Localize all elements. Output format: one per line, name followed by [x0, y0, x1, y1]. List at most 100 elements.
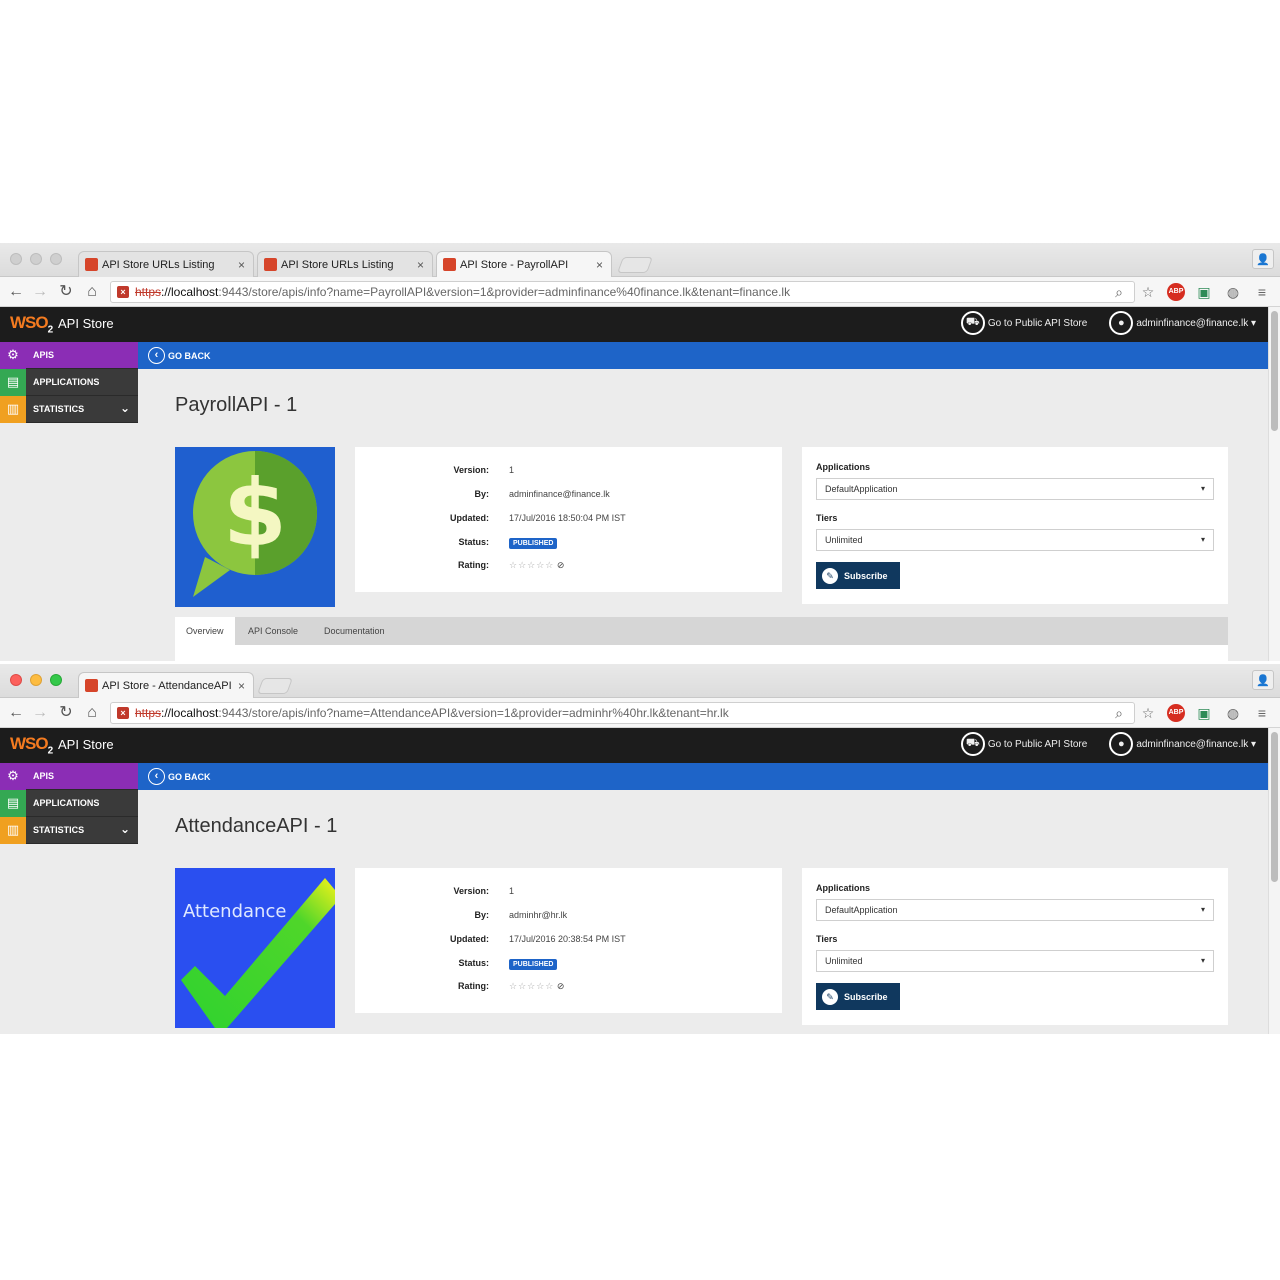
- subscribe-card: Applications DefaultApplication ▾ Tiers U…: [802, 447, 1228, 604]
- address-bar[interactable]: × https://localhost:9443/store/apis/info…: [110, 281, 1135, 303]
- menu-icon[interactable]: ≡: [1252, 282, 1272, 302]
- address-bar[interactable]: × https://localhost:9443/store/apis/info…: [110, 702, 1135, 724]
- sidebar-item-applications[interactable]: ▤ APPLICATIONS: [0, 789, 138, 817]
- remove-rating-icon[interactable]: ⊘: [557, 981, 565, 991]
- tab-api-console[interactable]: API Console: [237, 617, 309, 645]
- caret-down-icon: ▾: [1200, 535, 1205, 544]
- close-tab-icon[interactable]: ×: [417, 258, 424, 272]
- public-store-link[interactable]: ⛟ Go to Public API Store: [960, 311, 1087, 335]
- wso2-favicon-icon: [264, 258, 277, 271]
- url-path: :9443/store/apis/info?name=PayrollAPI&ve…: [218, 285, 791, 299]
- cart-icon: ⛟: [960, 311, 985, 335]
- go-back-button[interactable]: ‹ GO BACK: [148, 768, 211, 785]
- sidebar-item-apis[interactable]: ⚙ APIS: [0, 762, 138, 790]
- version-value: 1: [509, 886, 515, 896]
- public-store-label: Go to Public API Store: [987, 738, 1088, 750]
- close-window-button[interactable]: [10, 674, 22, 686]
- scrollbar[interactable]: [1268, 307, 1280, 661]
- browser-toolbar: ← → ↻ ⌂ × https://localhost:9443/store/a…: [0, 698, 1280, 728]
- reload-icon[interactable]: ↻: [56, 282, 76, 302]
- back-icon[interactable]: ←: [6, 282, 26, 302]
- profile-icon[interactable]: 👤: [1252, 249, 1274, 269]
- adblock-icon[interactable]: ABP: [1167, 283, 1185, 301]
- adblock-icon[interactable]: ABP: [1167, 704, 1185, 722]
- new-tab-button[interactable]: [617, 257, 653, 273]
- public-store-link[interactable]: ⛟ Go to Public API Store: [960, 732, 1088, 756]
- user-menu[interactable]: ● adminfinance@finance.lk ▾: [1109, 732, 1256, 756]
- globe-extension-icon[interactable]: ◍: [1223, 703, 1243, 723]
- forward-icon[interactable]: →: [30, 282, 50, 302]
- maximize-window-button[interactable]: [50, 674, 62, 686]
- api-info-card: Version: 1 By: adminfinance@finance.lk Upd…: [355, 447, 782, 592]
- subscribe-button[interactable]: ✎ Subscribe: [816, 983, 900, 1010]
- new-tab-button[interactable]: [257, 678, 293, 694]
- browser-toolbar: ← → ↻ ⌂ × https://localhost:9443/store/a…: [0, 277, 1280, 307]
- thumbnail-text: Attendance: [183, 901, 286, 922]
- remove-rating-icon[interactable]: ⊘: [557, 560, 565, 570]
- back-icon[interactable]: ←: [6, 703, 26, 723]
- forward-icon[interactable]: →: [30, 703, 50, 723]
- search-icon[interactable]: ⌕: [1109, 282, 1129, 302]
- wso2-logo[interactable]: WSO2: [10, 734, 53, 756]
- sidebar: ⚙ APIS ▤ APPLICATIONS ▥ STATISTICS ⌄: [0, 762, 138, 844]
- rating-stars[interactable]: ☆☆☆☆☆: [509, 981, 554, 991]
- browser-tab[interactable]: API Store URLs Listing ×: [78, 251, 254, 277]
- bookmark-star-icon[interactable]: ☆: [1138, 282, 1158, 302]
- attendance-api-thumbnail: Attendance: [175, 868, 335, 1028]
- browser-tab[interactable]: API Store URLs Listing ×: [257, 251, 433, 277]
- minimize-window-button[interactable]: [30, 253, 42, 265]
- browser-tab-active[interactable]: API Store - AttendanceAPI ×: [78, 672, 254, 698]
- sidebar-item-applications[interactable]: ▤ APPLICATIONS: [0, 368, 138, 396]
- maximize-window-button[interactable]: [50, 253, 62, 265]
- caret-down-icon: ▾: [1200, 905, 1205, 914]
- content-tabs: Overview API Console Documentation: [175, 617, 1228, 645]
- caret-down-icon: ▾: [1200, 956, 1205, 965]
- applications-select[interactable]: DefaultApplication ▾: [816, 478, 1214, 500]
- chevron-down-icon[interactable]: ⌄: [120, 401, 130, 415]
- tab-label: API Store - PayrollAPI: [460, 258, 569, 271]
- provider-value: adminfinance@finance.lk: [509, 489, 610, 499]
- browser-window-attendance: API Store - AttendanceAPI × 👤 ← → ↻ ⌂ × …: [0, 664, 1280, 1034]
- tiers-select[interactable]: Unlimited ▾: [816, 950, 1214, 972]
- user-menu[interactable]: ● adminfinance@finance.lk ▾: [1109, 311, 1256, 335]
- globe-extension-icon[interactable]: ◍: [1223, 282, 1243, 302]
- close-window-button[interactable]: [10, 253, 22, 265]
- search-icon[interactable]: ⌕: [1109, 703, 1129, 723]
- statistics-icon: ▥: [0, 395, 26, 423]
- close-tab-icon[interactable]: ×: [596, 258, 603, 272]
- gear-icon: ⚙: [0, 341, 26, 369]
- wso2-favicon-icon: [85, 679, 98, 692]
- close-tab-icon[interactable]: ×: [238, 679, 245, 693]
- tab-label: API Store - AttendanceAPI: [102, 679, 232, 692]
- subscribe-button[interactable]: ✎ Subscribe: [816, 562, 900, 589]
- reload-icon[interactable]: ↻: [56, 703, 76, 723]
- scrollbar[interactable]: [1268, 728, 1280, 1034]
- status-badge: PUBLISHED: [509, 538, 558, 549]
- close-tab-icon[interactable]: ×: [238, 258, 245, 272]
- user-name: adminfinance@finance.lk ▾: [1136, 317, 1256, 329]
- profile-icon[interactable]: 👤: [1252, 670, 1274, 690]
- menu-icon[interactable]: ≡: [1252, 703, 1272, 723]
- window-controls: [10, 253, 62, 265]
- home-icon[interactable]: ⌂: [82, 703, 102, 723]
- browser-tab-active[interactable]: API Store - PayrollAPI ×: [436, 251, 612, 277]
- updated-value: 17/Jul/2016 20:38:54 PM IST: [509, 934, 626, 944]
- wso2-logo[interactable]: WSO2: [10, 313, 53, 335]
- go-back-button[interactable]: ‹ GO BACK: [148, 347, 211, 364]
- home-icon[interactable]: ⌂: [82, 282, 102, 302]
- tab-documentation[interactable]: Documentation: [313, 617, 396, 645]
- sidebar-item-statistics[interactable]: ▥ STATISTICS ⌄: [0, 816, 138, 844]
- minimize-window-button[interactable]: [30, 674, 42, 686]
- rating-stars[interactable]: ☆☆☆☆☆: [509, 560, 554, 570]
- sidebar-item-statistics[interactable]: ▥ STATISTICS ⌄: [0, 395, 138, 423]
- chevron-down-icon[interactable]: ⌄: [120, 822, 130, 836]
- tag-icon: ✎: [822, 567, 838, 584]
- tiers-select[interactable]: Unlimited ▾: [816, 529, 1214, 551]
- translate-extension-icon[interactable]: ▣: [1194, 703, 1214, 723]
- bookmark-star-icon[interactable]: ☆: [1138, 703, 1158, 723]
- tab-overview[interactable]: Overview: [175, 617, 235, 645]
- sidebar-item-apis[interactable]: ⚙ APIS: [0, 341, 138, 369]
- translate-extension-icon[interactable]: ▣: [1194, 282, 1214, 302]
- caret-down-icon: ▾: [1200, 484, 1205, 493]
- applications-select[interactable]: DefaultApplication ▾: [816, 899, 1214, 921]
